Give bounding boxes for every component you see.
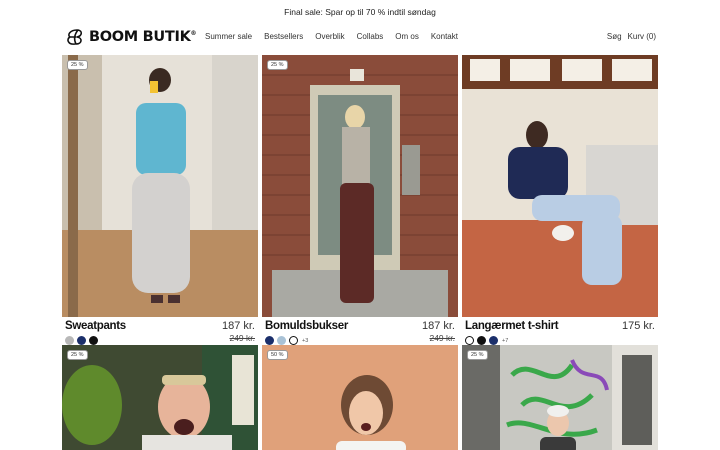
nav-om-os[interactable]: Om os xyxy=(395,32,419,41)
nav-overblik[interactable]: Overblik xyxy=(315,32,344,41)
product-title[interactable]: Sweatpants xyxy=(65,320,126,332)
discount-badge: 50 % xyxy=(267,350,288,360)
site-header: BOOM BUTIK® Summer sale Bestsellers Over… xyxy=(0,24,720,50)
cart-link[interactable]: Kurv (0) xyxy=(628,32,656,41)
product-title[interactable]: Bomuldsbukser xyxy=(265,320,348,332)
color-swatch[interactable] xyxy=(277,336,286,345)
nav-summer-sale[interactable]: Summer sale xyxy=(205,32,252,41)
announcement-text: Final sale: Spar op til 70 % indtil sønd… xyxy=(284,7,436,17)
product-image[interactable]: 25 % xyxy=(62,55,258,317)
color-swatches xyxy=(65,336,98,345)
product-price: 187 kr. xyxy=(221,320,255,332)
discount-badge: 25 % xyxy=(67,350,88,360)
product-title[interactable]: Langærmet t-shirt xyxy=(465,320,559,332)
product-image[interactable] xyxy=(462,55,658,317)
brand-logo[interactable]: BOOM BUTIK® xyxy=(64,27,197,47)
search-link[interactable]: Søg xyxy=(607,32,622,41)
product-old-price: 249 kr. xyxy=(229,333,255,343)
brand-name: BOOM BUTIK® xyxy=(89,29,197,45)
product-image[interactable]: 25 % xyxy=(462,345,658,450)
nav-collabs[interactable]: Collabs xyxy=(357,32,384,41)
product-image[interactable]: 25 % xyxy=(262,55,458,317)
color-swatch[interactable] xyxy=(89,336,98,345)
discount-badge: 25 % xyxy=(267,60,288,70)
color-swatch[interactable] xyxy=(265,336,274,345)
more-colors[interactable]: +3 xyxy=(302,338,308,344)
nav-bestsellers[interactable]: Bestsellers xyxy=(264,32,303,41)
product-image[interactable]: 50 % xyxy=(262,345,458,450)
more-colors[interactable]: +7 xyxy=(502,338,508,344)
color-swatch[interactable] xyxy=(489,336,498,345)
logo-icon xyxy=(67,29,83,45)
color-swatch[interactable] xyxy=(465,336,474,345)
product-old-price: 249 kr. xyxy=(429,333,455,343)
color-swatches: +7 xyxy=(465,336,508,345)
color-swatch[interactable] xyxy=(477,336,486,345)
color-swatch[interactable] xyxy=(77,336,86,345)
nav-kontakt[interactable]: Kontakt xyxy=(431,32,458,41)
discount-badge: 25 % xyxy=(467,350,488,360)
product-price: 175 kr. xyxy=(621,320,655,332)
color-swatch[interactable] xyxy=(65,336,74,345)
color-swatch[interactable] xyxy=(289,336,298,345)
discount-badge: 25 % xyxy=(67,60,88,70)
announcement-bar: Final sale: Spar op til 70 % indtil sønd… xyxy=(0,0,720,24)
product-image[interactable]: 25 % xyxy=(62,345,258,450)
main-nav: Summer sale Bestsellers Overblik Collabs… xyxy=(205,32,470,41)
header-utilities: Søg Kurv (0) xyxy=(607,32,656,41)
product-price: 187 kr. xyxy=(421,320,455,332)
color-swatches: +3 xyxy=(265,336,308,345)
